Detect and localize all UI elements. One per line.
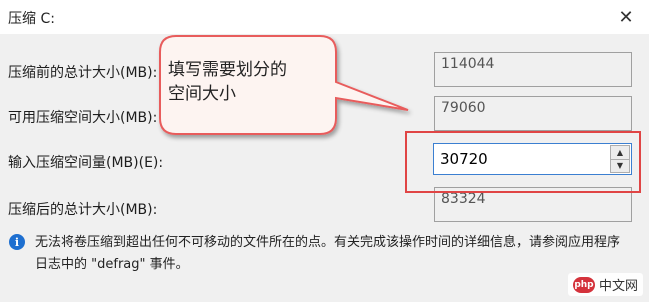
total-size-before-value: 114044 [434, 52, 632, 87]
shrink-amount-label: 输入压缩空间量(MB)(E): [8, 155, 164, 171]
callout-line-1: 填写需要划分的 [168, 60, 287, 80]
php-logo-icon: php [572, 276, 595, 293]
watermark-text: 中文网 [598, 279, 638, 294]
close-button[interactable]: ✕ [603, 0, 649, 34]
available-shrink-value: 79060 [434, 96, 632, 131]
shrink-amount-stepper: ▲ ▼ [433, 143, 632, 175]
stepper-buttons: ▲ ▼ [610, 145, 630, 173]
close-icon: ✕ [618, 6, 634, 28]
shrink-amount-input[interactable] [434, 144, 609, 174]
window-title: 压缩 C: [8, 11, 55, 27]
callout-text: 填写需要划分的 空间大小 [168, 58, 328, 106]
info-icon: i [9, 234, 25, 250]
chevron-up-icon: ▲ [616, 147, 624, 157]
title-bar: 压缩 C: ✕ [0, 0, 649, 34]
available-shrink-label: 可用压缩空间大小(MB): [8, 110, 158, 126]
total-size-after-label: 压缩后的总计大小(MB): [8, 202, 158, 218]
decrement-button[interactable]: ▼ [610, 159, 630, 173]
watermark: php 中文网 [567, 273, 643, 296]
total-size-before-label: 压缩前的总计大小(MB): [8, 65, 158, 81]
callout-line-2: 空间大小 [168, 84, 236, 104]
chevron-down-icon: ▼ [616, 161, 624, 171]
info-message: 无法将卷压缩到超出任何不可移动的文件所在的点。有关完成该操作时间的详细信息，请参… [35, 235, 621, 272]
increment-button[interactable]: ▲ [610, 145, 630, 160]
total-size-after-value: 83324 [434, 187, 632, 222]
